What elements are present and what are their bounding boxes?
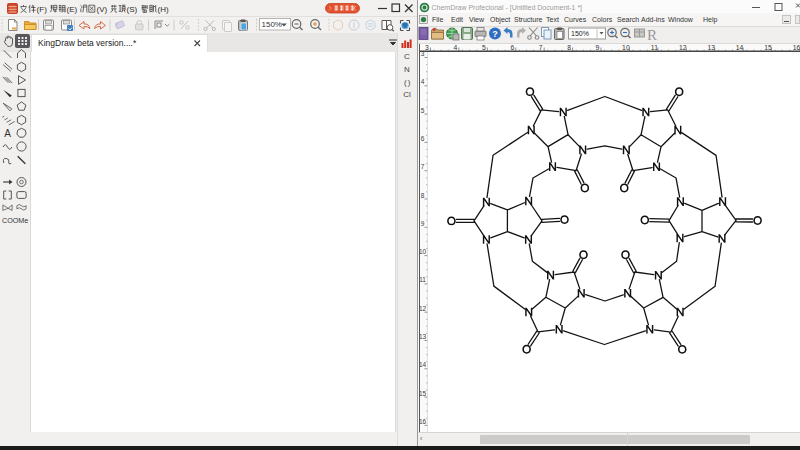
- svg-text:15: 15: [764, 44, 772, 51]
- svg-text:4: 4: [454, 44, 458, 51]
- svg-text:16: 16: [793, 44, 800, 51]
- svg-text:11: 11: [651, 44, 658, 51]
- svg-text:13: 13: [707, 44, 715, 51]
- svg-text:7: 7: [539, 44, 543, 51]
- svg-text:9: 9: [596, 44, 600, 51]
- svg-text:14: 14: [736, 44, 744, 51]
- svg-text:8: 8: [567, 44, 571, 51]
- svg-text:10: 10: [622, 44, 630, 51]
- svg-text:12: 12: [679, 44, 687, 51]
- svg-text:6: 6: [510, 44, 514, 51]
- svg-text:5: 5: [482, 44, 486, 51]
- svg-text:3: 3: [425, 44, 429, 51]
